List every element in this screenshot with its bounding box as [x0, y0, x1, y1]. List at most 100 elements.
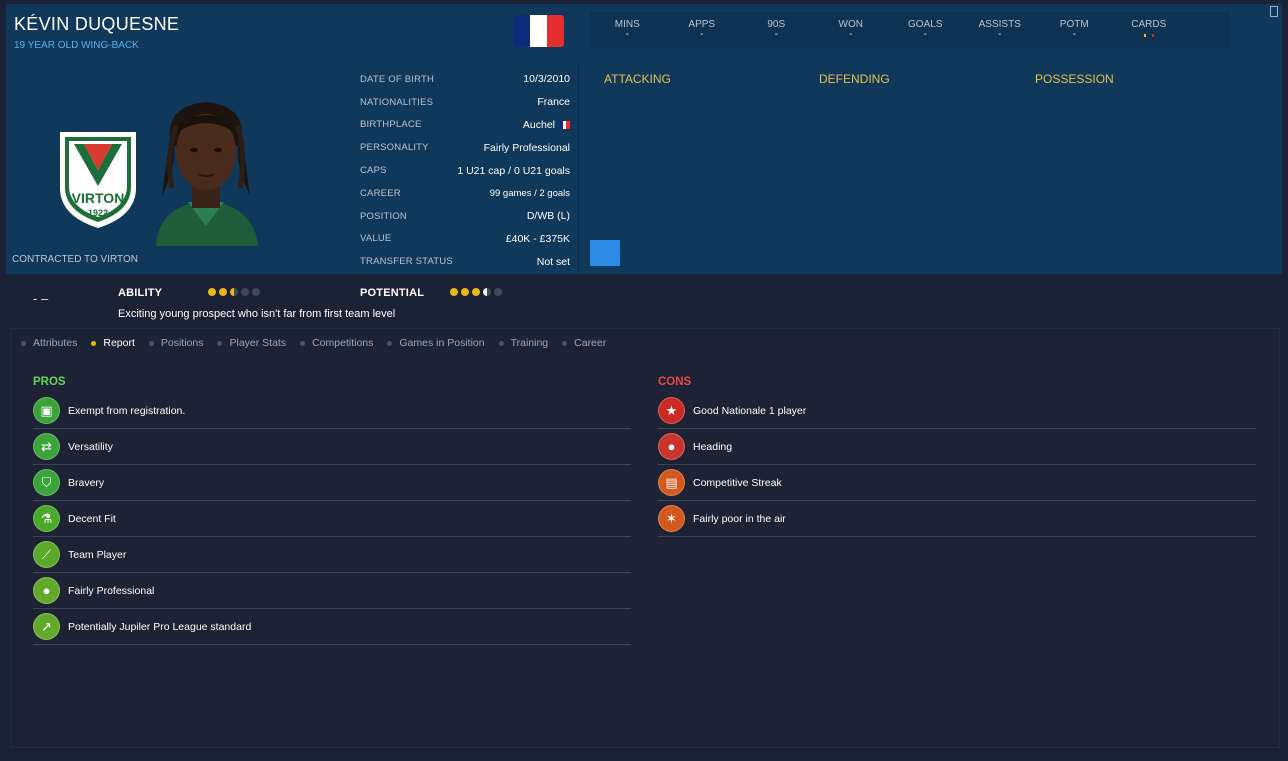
tab-competitions[interactable]: Competitions	[300, 337, 373, 349]
star-empty-icon	[252, 288, 260, 296]
player-subtitle: 19 YEAR OLD WING-BACK	[14, 40, 139, 51]
tab-label: Positions	[160, 337, 204, 349]
stat-value: -	[923, 29, 927, 40]
star-icon	[472, 288, 480, 296]
info-label: POSITION	[360, 210, 407, 222]
potential-stars	[450, 288, 502, 296]
info-row-caps: CAPS 1 U21 cap / 0 U21 goals	[360, 159, 570, 182]
list-item[interactable]: ↗ Potentially Jupiler Pro League standard	[33, 609, 631, 645]
item-text: Competitive Streak	[693, 476, 782, 489]
tab-report[interactable]: Report	[91, 337, 135, 349]
stat-value: -	[625, 29, 629, 40]
item-text: Team Player	[68, 548, 127, 561]
item-text: Fairly poor in the air	[693, 512, 786, 525]
list-item[interactable]: ★ Good Nationale 1 player	[658, 393, 1256, 429]
info-value[interactable]: France	[537, 96, 570, 108]
season-stats-bar: MINS - APPS - 90S - WON - GOALS - ASSIST…	[590, 12, 1230, 48]
notes-icon[interactable]	[1270, 6, 1278, 17]
stat-value: -	[998, 29, 1002, 40]
list-item[interactable]: ● Heading	[658, 429, 1256, 465]
tab-games-in-position[interactable]: Games in Position	[387, 337, 485, 349]
contract-label: CONTRACTED TO VIRTON	[12, 254, 138, 265]
item-text: Exempt from registration.	[68, 404, 186, 417]
list-item[interactable]: ⇄ Versatility	[33, 429, 631, 465]
tab-label: Player Stats	[229, 337, 287, 349]
stat-label: CARDS	[1131, 19, 1167, 30]
info-value: £40K - £375K	[505, 232, 570, 245]
info-value: Not set	[536, 255, 570, 268]
tab-bar: Attributes Report Positions Player Stats…	[21, 337, 620, 349]
player-info-table: DATE OF BIRTH 10/3/2010 NATIONALITIES Fr…	[360, 68, 571, 273]
stat-value: -	[849, 29, 853, 40]
info-row-transfer-status: TRANSFER STATUS Not set	[360, 250, 570, 273]
info-value: 1 U21 cap / 0 U21 goals	[457, 164, 570, 177]
team-player-icon: ⟋	[33, 541, 60, 568]
item-text: Bravery	[68, 476, 105, 489]
list-item[interactable]: ⟋ Team Player	[33, 537, 631, 573]
player-header: KÉVIN DUQUESNE 19 YEAR OLD WING-BACK VIR…	[6, 4, 1282, 274]
tab-player-stats[interactable]: Player Stats	[217, 337, 286, 349]
pros-list: ▣ Exempt from registration. ⇄ Versatility …	[33, 393, 631, 645]
star-icon	[208, 288, 216, 296]
selection-swatch[interactable]	[590, 240, 620, 266]
info-value: 99 games / 2 goals	[489, 187, 570, 199]
star-empty-icon	[241, 288, 249, 296]
info-label: BIRTHPLACE	[360, 119, 422, 131]
stat-value	[1112, 30, 1187, 40]
list-item[interactable]: ✶ Fairly poor in the air	[658, 501, 1256, 537]
stat-90s: 90S -	[739, 12, 814, 48]
prospect-description: Exciting young prospect who isn't far fr…	[118, 308, 396, 320]
tab-dot-icon	[562, 340, 568, 346]
ability-label: ABILITY	[118, 287, 163, 299]
france-flag-icon	[513, 15, 564, 47]
tab-label: Competitions	[312, 337, 374, 349]
list-item[interactable]: ⛉ Bravery	[33, 465, 631, 501]
registration-icon: ▣	[33, 397, 60, 424]
stat-value: -	[774, 29, 778, 40]
tab-positions[interactable]: Positions	[148, 337, 204, 349]
attacking-heading: ATTACKING	[604, 72, 671, 86]
stat-value: -	[700, 29, 704, 40]
tab-dot-icon	[300, 340, 306, 346]
tab-dot-icon	[498, 340, 504, 346]
defending-heading: DEFENDING	[819, 72, 890, 86]
star-icon	[219, 288, 227, 296]
item-text: Versatility	[68, 440, 113, 453]
info-value-wrap: Auchel	[523, 119, 571, 131]
list-item[interactable]: ▣ Exempt from registration.	[33, 393, 631, 429]
tab-label: Attributes	[33, 337, 78, 349]
star-empty-icon	[494, 288, 502, 296]
list-item[interactable]: ● Fairly Professional	[33, 573, 631, 609]
stat-assists: ASSISTS -	[963, 12, 1038, 48]
aerial-icon: ✶	[658, 505, 685, 532]
rating-dash: - –	[33, 291, 49, 306]
list-item[interactable]: ▤ Competitive Streak	[658, 465, 1256, 501]
stat-potm: POTM -	[1037, 12, 1112, 48]
player-name: KÉVIN DUQUESNE	[14, 14, 180, 34]
heading-icon: ●	[658, 433, 685, 460]
versatility-icon: ⇄	[33, 433, 60, 460]
possession-heading: POSSESSION	[1035, 72, 1114, 86]
info-value[interactable]: Auchel	[523, 119, 555, 131]
info-row-dob: DATE OF BIRTH 10/3/2010	[360, 68, 570, 91]
stat-cards: CARDS	[1112, 12, 1187, 48]
stat-mins: MINS -	[590, 12, 665, 48]
tab-training[interactable]: Training	[498, 337, 549, 349]
item-text: Fairly Professional	[68, 584, 155, 597]
tab-attributes[interactable]: Attributes	[21, 337, 77, 349]
head-icon: ●	[33, 577, 60, 604]
stat-apps: APPS -	[665, 12, 740, 48]
info-label: CAREER	[360, 187, 401, 199]
cons-list: ★ Good Nationale 1 player ● Heading ▤ Compe…	[658, 393, 1256, 537]
report-panel: Attributes Report Positions Player Stats…	[10, 328, 1280, 748]
info-row-value: VALUE £40K - £375K	[360, 228, 570, 251]
player-portrait	[156, 102, 258, 246]
tab-label: Career	[574, 337, 607, 349]
tab-label: Training	[510, 337, 549, 349]
list-item[interactable]: ⚗ Decent Fit	[33, 501, 631, 537]
info-label: PERSONALITY	[360, 142, 429, 154]
info-row-position: POSITION D/WB (L)	[360, 205, 570, 228]
tab-career[interactable]: Career	[562, 337, 606, 349]
info-label: VALUE	[360, 233, 392, 245]
tab-label: Report	[103, 337, 135, 349]
